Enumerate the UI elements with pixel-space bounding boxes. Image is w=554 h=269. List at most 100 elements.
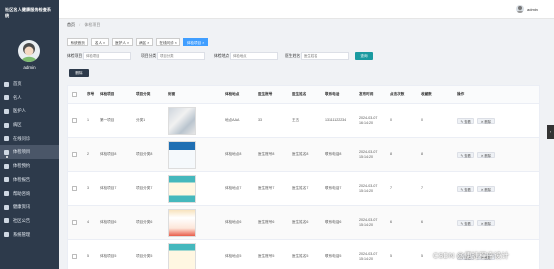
sidebar-item-notice[interactable]: 社区公告 [0, 214, 59, 228]
sidebar: 社区名人健康服务检查系统 admin 首页 名人 医护人 病区 在线问诊 体检项… [0, 0, 59, 269]
cell-clicks: 5 [390, 254, 392, 258]
checkup-icon [4, 149, 9, 155]
cell-fav: 8 [421, 152, 423, 156]
cover-image [168, 242, 196, 269]
cell-time: 2024-03-07 15:14:20 [359, 217, 378, 227]
table-row[interactable]: 1 第一项目 分类1 地点AAA 33 王五 13111122234 2024-03-07 1… [68, 104, 539, 138]
delete-button[interactable]: ✕ 删除 [477, 151, 495, 158]
table-row[interactable]: 3 体检项目7 项目分类7 体检地点7 医生账号7 医生姓名7 联系电话7 2024-03-0… [68, 172, 539, 206]
cell-acct: 医生账号7 [258, 186, 275, 190]
tab-checkup[interactable]: 体检项目 × [183, 38, 208, 46]
sidebar-item-label: 健康资讯 [13, 204, 31, 210]
sidebar-item-label: 病区 [13, 122, 22, 128]
delete-label: 删除 [75, 71, 83, 75]
bulk-delete-button[interactable]: 删除 [69, 69, 89, 77]
row-checkbox[interactable] [72, 220, 77, 225]
sidebar-item-help[interactable]: 帮助咨询 [0, 187, 59, 201]
breadcrumb-current: 体检项目 [84, 22, 101, 27]
col-header: 医生姓名 [292, 92, 307, 96]
search-input-place[interactable] [230, 52, 278, 60]
tab-consult[interactable]: 在线问诊 × [155, 38, 181, 46]
sidebar-item-label: 体检报告 [13, 176, 31, 182]
sidebar-item-label: 在线问诊 [13, 135, 31, 141]
col-header: 联系电话 [325, 92, 340, 96]
col-header: 序号 [87, 92, 95, 96]
view-button[interactable]: ✎ 查看 [457, 117, 475, 124]
row-checkbox[interactable] [72, 186, 77, 191]
breadcrumb-separator: / [79, 22, 81, 27]
tab-ward[interactable]: 病区 × [135, 38, 153, 46]
sidebar-item-consult[interactable]: 在线问诊 [0, 132, 59, 146]
view-label: 查看 [464, 119, 471, 124]
tab-bar: 系统首页 名人 × 医护人 × 病区 × 在线问诊 × 体检项目 × [67, 38, 208, 47]
data-table: 序号 体检项目 项目分类 封面 体检地点 医生账号 医生姓名 联系电话 发布时间… [67, 85, 540, 269]
cell-phone: 联系电话7 [325, 186, 342, 190]
header-username[interactable]: admin [527, 7, 538, 12]
sidebar-item-news[interactable]: 健康资讯 [0, 200, 59, 214]
col-header: 医生账号 [258, 92, 273, 96]
calendar-icon [4, 163, 9, 169]
app-title: 社区名人健康服务检查系统 [5, 7, 52, 18]
sidebar-item-report[interactable]: 体检报告 [0, 173, 59, 187]
cursor-dot [6, 156, 8, 159]
sidebar-menu: 首页 名人 医护人 病区 在线问诊 体检项目 体检预约 体检报告 帮助咨询 健康… [0, 77, 59, 241]
view-button[interactable]: ✎ 查看 [457, 151, 475, 158]
cell-item: 第一项目 [100, 118, 115, 122]
sidebar-item-label: 首页 [13, 81, 22, 86]
table-header: 序号 体检项目 项目分类 封面 体检地点 医生账号 医生姓名 联系电话 发布时间… [68, 86, 539, 104]
delete-label: 删除 [484, 119, 492, 124]
gear-icon [4, 232, 9, 238]
sidebar-item-nurse[interactable]: 医护人 [0, 104, 59, 118]
cell-no: 5 [87, 254, 89, 258]
row-checkbox[interactable] [72, 254, 77, 259]
tab-home[interactable]: 系统首页 [67, 38, 89, 46]
sidebar-item-home[interactable]: 首页 [0, 77, 59, 91]
sidebar-item-system[interactable]: 系统管理 [0, 228, 59, 242]
sidebar-item-checkup[interactable]: 体检项目 [0, 145, 59, 160]
header-avatar[interactable] [516, 5, 524, 13]
delete-button[interactable]: ✕ 删除 [477, 185, 495, 192]
avatar-icon [21, 43, 37, 62]
delete-button[interactable]: ✕ 删除 [477, 219, 495, 226]
cell-time: 2024-03-07 16:14:20 [359, 115, 378, 125]
view-label: 查看 [464, 153, 471, 158]
avatar[interactable] [18, 40, 40, 62]
sidebar-item-label: 体检项目 [13, 149, 31, 155]
search-input-doctor[interactable] [301, 52, 349, 60]
table-row[interactable]: 2 体检项目8 项目分类8 体检地点8 医生账号8 医生姓名8 联系电话8 2024-03-0… [68, 138, 539, 172]
row-checkbox[interactable] [72, 118, 77, 123]
tab-nurse[interactable]: 医护人 × [111, 38, 133, 46]
breadcrumb-home[interactable]: 首页 [67, 22, 75, 27]
sidebar-item-celebrity[interactable]: 名人 [0, 91, 59, 105]
cover-image [168, 174, 196, 203]
cell-fav: 6 [421, 220, 423, 224]
cell-doctor: 医生姓名7 [292, 186, 309, 190]
cell-phone: 13111122234 [325, 118, 347, 122]
notice-icon [4, 218, 9, 224]
col-header: 收藏数 [421, 92, 432, 96]
row-checkbox[interactable] [72, 152, 77, 157]
table-body: 1 第一项目 分类1 地点AAA 33 王五 13111122234 2024-03-07 1… [68, 104, 539, 269]
side-panel-toggle[interactable]: ‹ [547, 125, 554, 139]
col-header: 体检项目 [100, 92, 115, 96]
ward-icon [4, 122, 9, 128]
cell-fav: 7 [421, 186, 423, 190]
search-button[interactable]: 查询 [355, 52, 373, 60]
cell-phone: 联系电话5 [325, 254, 342, 258]
cell-cat: 项目分类8 [136, 152, 153, 156]
view-button[interactable]: ✎ 查看 [457, 219, 475, 226]
sidebar-item-ward[interactable]: 病区 [0, 118, 59, 132]
tab-celebrity[interactable]: 名人 × [91, 38, 109, 46]
delete-label: 删除 [484, 153, 492, 158]
sidebar-item-label: 帮助咨询 [13, 190, 31, 196]
search-input-item[interactable] [83, 52, 131, 60]
select-all-checkbox[interactable] [72, 92, 77, 97]
cell-doctor: 医生姓名6 [292, 220, 309, 224]
delete-label: 删除 [484, 187, 492, 192]
delete-button[interactable]: ✕ 删除 [477, 117, 495, 124]
search-input-category[interactable] [157, 52, 205, 60]
sidebar-item-appointment[interactable]: 体检预约 [0, 159, 59, 173]
view-button[interactable]: ✎ 查看 [457, 185, 475, 192]
cell-doctor: 王五 [292, 118, 300, 122]
table-row[interactable]: 4 体检项目6 项目分类6 体检地点6 医生账号6 医生姓名6 联系电话6 2024-03-0… [68, 206, 539, 240]
